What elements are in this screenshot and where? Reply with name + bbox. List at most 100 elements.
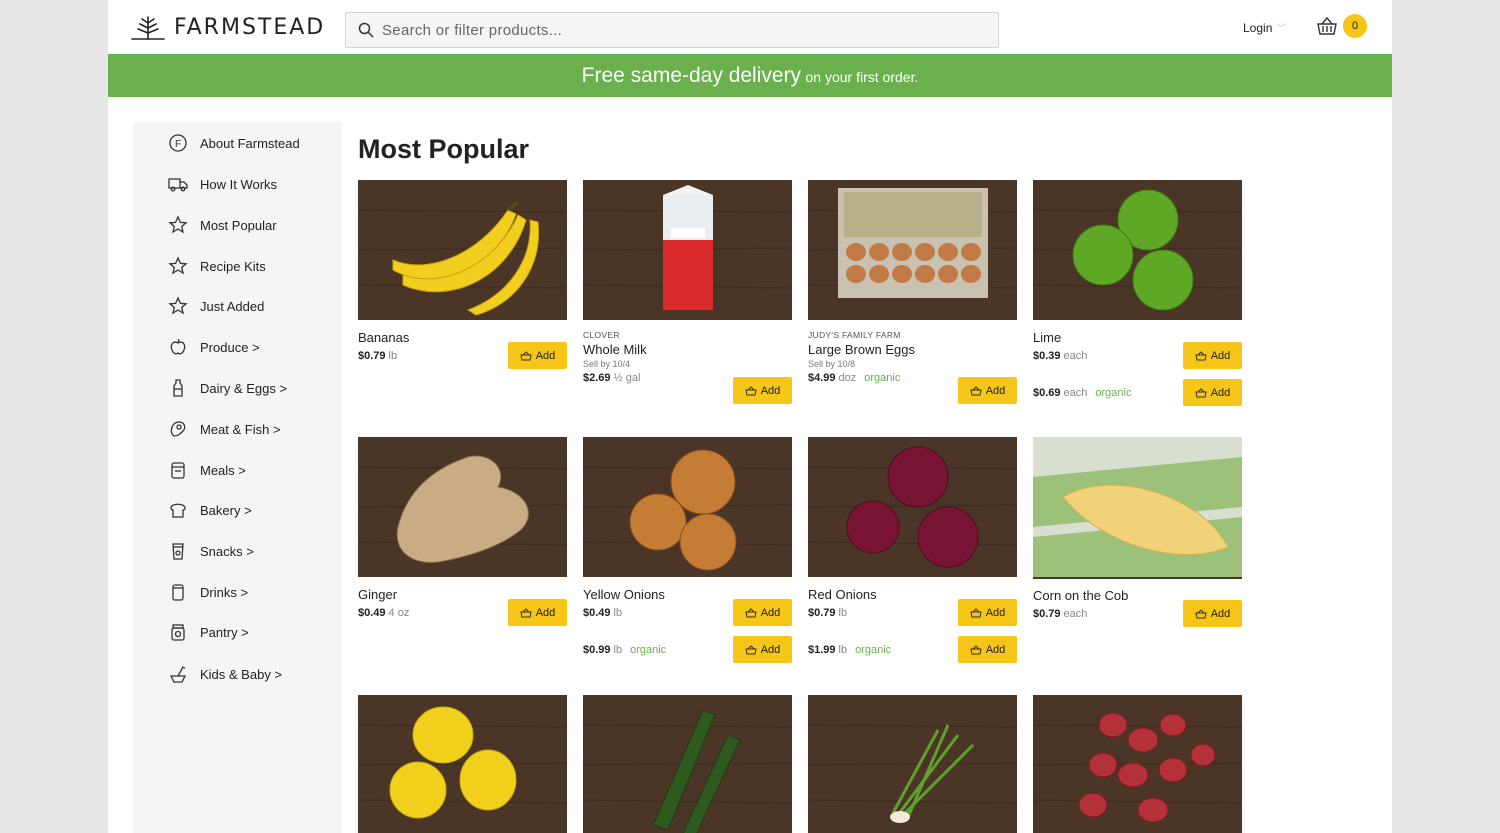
promo-banner: Free same-day delivery on your first ord… [108,54,1392,97]
truck-icon [168,174,188,194]
add-to-cart-button[interactable]: Add [1183,600,1242,627]
logo[interactable]: FARMSTEAD [128,12,325,42]
product-image[interactable] [1033,695,1242,833]
star-icon [168,296,188,316]
star-icon [168,256,188,276]
price-unit: each [1063,387,1088,399]
product-image[interactable] [358,437,567,577]
product-name[interactable]: Corn on the Cob [1033,588,1128,603]
product-image[interactable] [1033,180,1242,320]
brand-name: FARMSTEAD [174,14,326,40]
product-image[interactable] [358,695,567,833]
basket-icon [970,607,982,617]
steak-icon [168,419,188,439]
product-image[interactable] [1033,437,1242,579]
cart-count-badge: 0 [1343,14,1367,38]
sidebar-item-label: Bakery > [200,502,252,518]
add-to-cart-button[interactable]: Add [733,377,792,404]
sidebar-item-kids-baby[interactable]: Kids & Baby > [168,662,282,686]
product-image[interactable] [358,180,567,320]
add-to-cart-button[interactable]: Add [1183,342,1242,369]
sidebar-item-about-farmstead[interactable]: F About Farmstead [168,131,300,155]
price-value: $4.99 [808,372,836,384]
sidebar-item-label: Just Added [200,298,265,314]
product-image[interactable] [808,437,1017,577]
sidebar-item-how-it-works[interactable]: How It Works [168,172,277,196]
sidebar-item-dairy-eggs[interactable]: Dairy & Eggs > [168,376,287,400]
price-unit: lb [613,607,623,619]
organic-label: organic [864,372,901,384]
add-to-cart-button[interactable]: Add [733,636,792,663]
chevron-down-icon: ﹀ [1276,24,1287,35]
add-to-cart-button[interactable]: Add [958,599,1017,626]
product-price: $0.79 each [1033,608,1087,620]
svg-text:F: F [175,139,181,150]
search-input[interactable] [382,21,982,39]
basket-icon [970,644,982,654]
price-value: $1.99 [808,644,836,656]
add-to-cart-button[interactable]: Add [508,342,567,369]
sidebar-item-drinks[interactable]: Drinks > [168,580,248,604]
organic-label: organic [855,644,892,656]
login-menu[interactable]: Login ﹀ [1243,20,1287,36]
product-name[interactable]: Large Brown Eggs [808,342,915,357]
sidebar-item-meals[interactable]: Meals > [168,458,246,482]
add-button-label: Add [760,643,781,656]
sell-by-date: Sell by 10/8 [808,359,856,369]
price-value: $0.79 [358,350,386,362]
sidebar-item-label: Meat & Fish > [200,421,281,437]
product-price: $4.99 doz organic [808,372,900,384]
product-name[interactable]: Whole Milk [583,342,647,357]
sidebar-item-label: Dairy & Eggs > [200,380,288,396]
product-name[interactable]: Lime [1033,330,1061,345]
promo-headline: Free same-day delivery [581,64,802,87]
product-price: $0.69 each organic [1033,387,1131,399]
sidebar-item-just-added[interactable]: Just Added [168,294,264,318]
apple-icon [168,337,188,357]
add-to-cart-button[interactable]: Add [958,377,1017,404]
product-name[interactable]: Ginger [358,587,397,602]
sidebar-item-snacks[interactable]: Snacks > [168,539,254,563]
price-value: $0.49 [358,607,386,619]
basket-icon [1195,387,1207,397]
login-label: Login [1243,20,1273,35]
add-to-cart-button[interactable]: Add [958,636,1017,663]
product-name[interactable]: Red Onions [808,587,877,602]
product-price: $0.49 lb [583,607,622,619]
sidebar-item-bakery[interactable]: Bakery > [168,498,252,522]
sidebar-item-pantry[interactable]: Pantry > [168,620,249,644]
product-name[interactable]: Yellow Onions [583,587,665,602]
product-image[interactable] [583,695,792,833]
wheat-logo-icon [131,16,165,40]
sidebar-item-meat-fish[interactable]: Meat & Fish > [168,417,281,441]
add-button-label: Add [1210,349,1231,362]
product-image[interactable] [808,695,1017,833]
star-icon [168,215,188,235]
organic-label: organic [1095,387,1132,399]
sidebar-item-produce[interactable]: Produce > [168,335,260,359]
product-price: $0.79 lb [808,607,847,619]
jar-icon [168,622,188,642]
price-unit: doz [838,372,857,384]
sidebar-item-most-popular[interactable]: Most Popular [168,213,277,237]
sidebar-item-label: Kids & Baby > [200,666,283,682]
sidebar-item-label: Pantry > [200,624,249,640]
search-bar[interactable] [345,12,999,48]
basket-icon [1317,16,1337,35]
add-to-cart-button[interactable]: Add [733,599,792,626]
basket-icon [745,385,757,395]
sidebar-item-recipe-kits[interactable]: Recipe Kits [168,254,266,278]
product-image[interactable] [583,437,792,577]
cart-button[interactable]: 0 [1316,14,1367,38]
add-button-label: Add [535,606,556,619]
add-to-cart-button[interactable]: Add [508,599,567,626]
organic-label: organic [630,644,667,656]
product-image[interactable] [583,180,792,320]
product-brand: JUDY'S FAMILY FARM [808,330,901,340]
product-image[interactable] [808,180,1017,320]
basket-icon [520,350,532,360]
add-to-cart-button[interactable]: Add [1183,379,1242,406]
product-name[interactable]: Bananas [358,330,409,345]
can-icon [168,582,188,602]
page: FARMSTEAD Login ﹀ 0 Free same [108,0,1392,833]
